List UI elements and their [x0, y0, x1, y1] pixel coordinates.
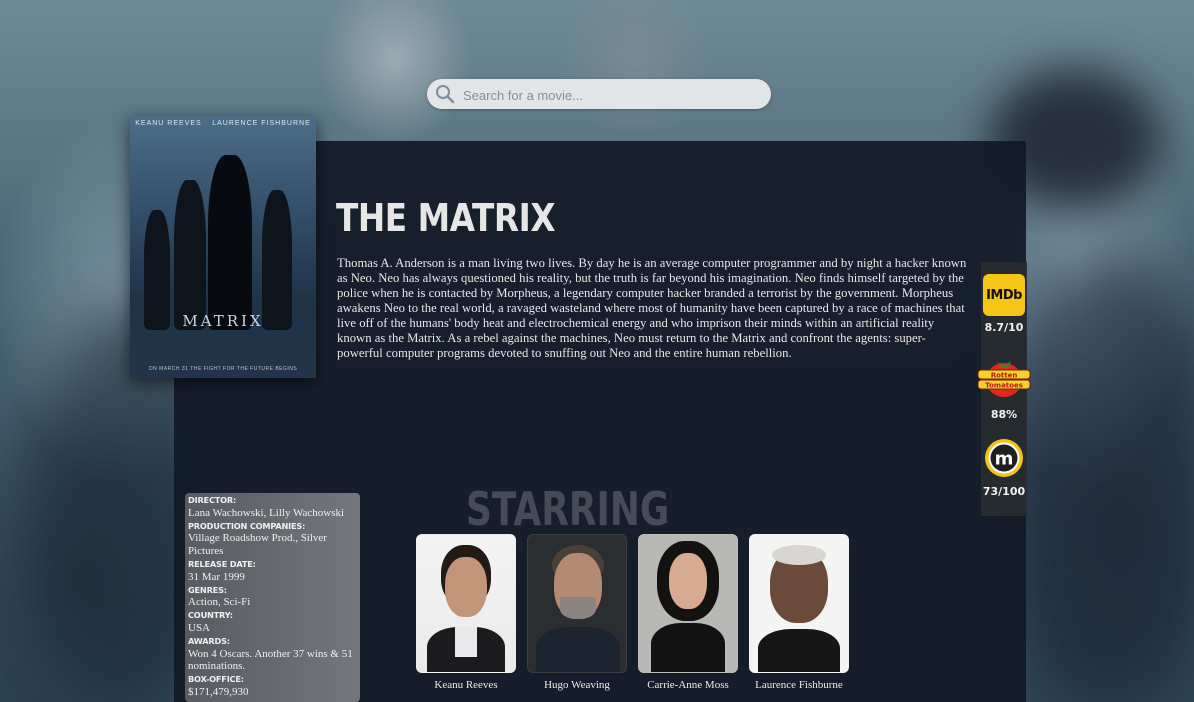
director-label: DIRECTOR:: [188, 495, 237, 505]
svg-text:m: m: [995, 449, 1014, 470]
boxoffice-value: $171,479,930: [188, 685, 249, 698]
movie-title: THE MATRIX: [336, 196, 556, 240]
metacritic-score: 73/100: [982, 485, 1026, 498]
cast-name: Laurence Fishburne: [755, 679, 843, 691]
country-value: USA: [188, 621, 211, 634]
cast-card[interactable]: Keanu Reeves: [416, 534, 516, 691]
svg-text:Tomatoes: Tomatoes: [985, 382, 1023, 390]
awards-label: AWARDS:: [188, 635, 230, 646]
imdb-score: 8.7/10: [984, 321, 1024, 334]
svg-text:Rotten: Rotten: [991, 372, 1018, 380]
ratings-sidebar: IMDb 8.7/10 Rotten Tomatoes 88% m 73/100: [977, 262, 1031, 516]
country-label: COUNTRY:: [188, 610, 233, 621]
poster-title: MATRIX: [182, 312, 264, 330]
release-value: 31 Mar 1999: [188, 570, 245, 583]
director-value: Lana Wachowski, Lilly Wachowski: [188, 506, 345, 519]
cast-photo: [416, 534, 516, 673]
imdb-icon: IMDb: [983, 274, 1025, 316]
cast-card[interactable]: Carrie-Anne Moss: [638, 534, 738, 691]
cast-photo: [638, 534, 738, 673]
movie-details-card: DIRECTOR: Lana Wachowski, Lilly Wachowsk…: [185, 493, 360, 702]
starring-heading: STARRING: [466, 482, 670, 536]
cast-card[interactable]: Hugo Weaving: [527, 534, 627, 691]
awards-value: Won 4 Oscars. Another 37 wins & 51 nomin…: [188, 647, 353, 673]
boxoffice-label: BOX-OFFICE:: [188, 674, 244, 685]
search-bar[interactable]: [427, 79, 771, 109]
movie-plot: Thomas A. Anderson is a man living two l…: [337, 256, 967, 360]
metacritic-icon: m: [985, 439, 1023, 477]
rotten-tomatoes-icon: Rotten Tomatoes: [977, 361, 1031, 397]
genres-value: Action, Sci-Fi: [188, 596, 251, 609]
cast-photo: [527, 534, 627, 673]
movie-poster: KEANU REEVES LAURENCE FISHBURNE MATRIX O…: [130, 116, 316, 378]
rotten-tomatoes-score: 88%: [990, 408, 1018, 421]
cast-card[interactable]: Laurence Fishburne: [749, 534, 849, 691]
companies-label: PRODUCTION COMPANIES:: [188, 520, 306, 531]
release-label: RELEASE DATE:: [188, 558, 256, 569]
cast-photo: [749, 534, 849, 673]
companies-value: Village Roadshow Prod., Silver Pictures: [188, 532, 327, 558]
genres-label: GENRES:: [188, 584, 227, 595]
search-input[interactable]: [461, 83, 765, 107]
search-icon: [436, 85, 455, 104]
